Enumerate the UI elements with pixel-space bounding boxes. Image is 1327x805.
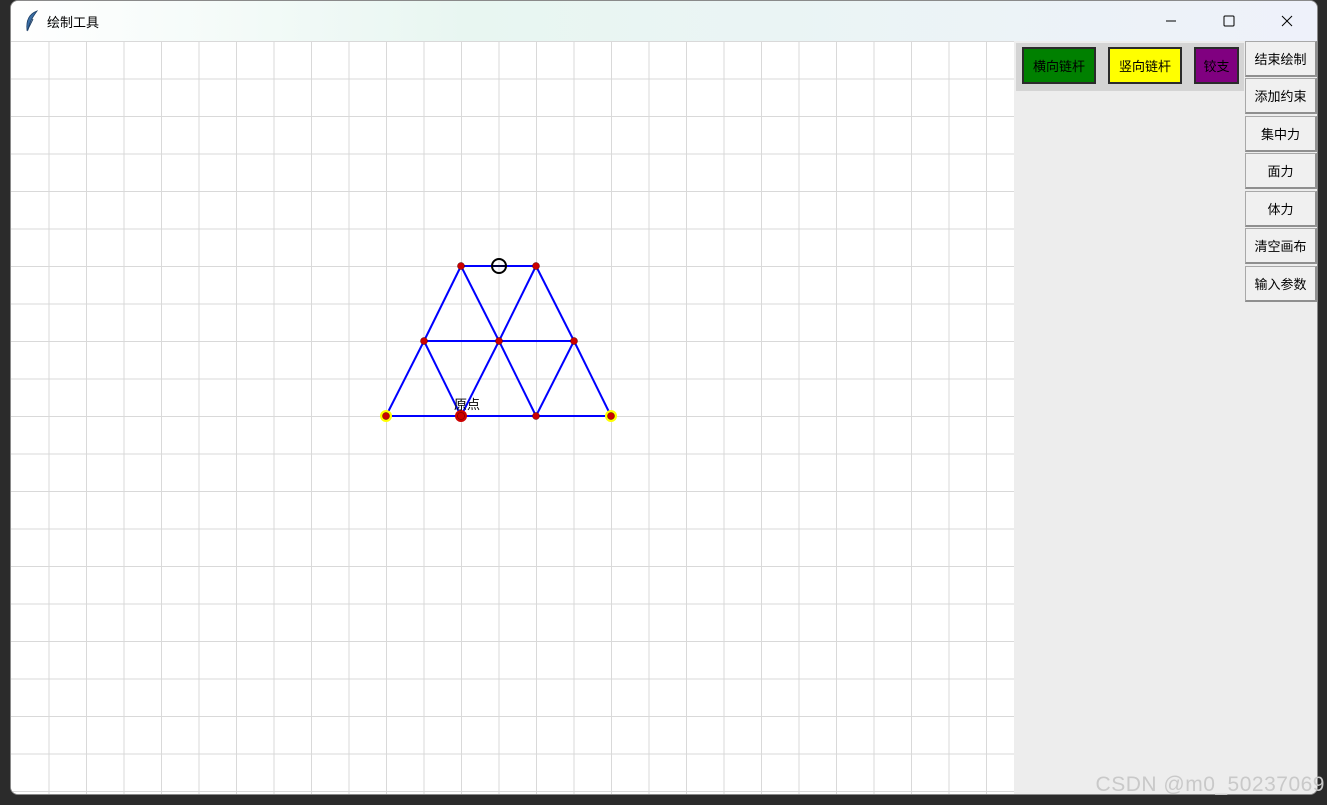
truss-node	[532, 262, 540, 270]
body-force-button[interactable]: 体力	[1245, 191, 1317, 227]
drawing-canvas[interactable]: 原点	[11, 41, 1014, 794]
end-drawing-button[interactable]: 结束绘制	[1245, 41, 1317, 77]
concentrated-force-button[interactable]: 集中力	[1245, 116, 1317, 152]
truss-node	[457, 262, 465, 270]
horizontal-link-button[interactable]: 横向链杆	[1022, 47, 1096, 84]
clear-canvas-button[interactable]: 清空画布	[1245, 228, 1317, 264]
input-parameters-button[interactable]: 输入参数	[1245, 266, 1317, 302]
truss-node	[382, 412, 390, 420]
app-window: 绘制工具 原点 横向链杆 竖向链杆 铰支 结束绘制 添加约束 集中力 面力 体力…	[10, 0, 1318, 795]
minimize-icon	[1166, 20, 1176, 22]
maximize-button[interactable]	[1200, 1, 1258, 41]
truss-node	[457, 412, 465, 420]
watermark: CSDN @m0_50237069	[1095, 773, 1325, 796]
minimize-button[interactable]	[1142, 1, 1200, 41]
feather-icon	[26, 10, 39, 32]
surface-force-button[interactable]: 面力	[1245, 153, 1317, 189]
desktop-background	[0, 0, 10, 805]
truss-node	[420, 337, 428, 345]
window-title: 绘制工具	[47, 16, 100, 31]
truss-node	[532, 412, 540, 420]
canvas-graphics	[11, 41, 1014, 794]
maximize-icon	[1223, 15, 1235, 27]
truss-node	[495, 337, 503, 345]
title-bar: 绘制工具	[11, 1, 1317, 41]
vertical-link-button[interactable]: 竖向链杆	[1108, 47, 1182, 84]
close-button[interactable]	[1258, 1, 1316, 41]
hinge-support-button[interactable]: 铰支	[1194, 47, 1239, 84]
add-constraint-button[interactable]: 添加约束	[1245, 78, 1317, 114]
truss-node	[607, 412, 615, 420]
truss-node	[570, 337, 578, 345]
close-icon	[1281, 15, 1293, 27]
origin-label: 原点	[454, 398, 481, 413]
